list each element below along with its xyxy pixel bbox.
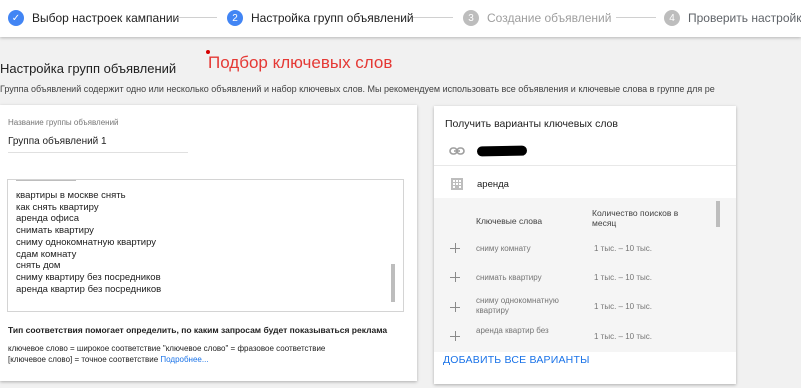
column-header-volume[interactable]: Количество поисков в месяц	[592, 208, 704, 228]
building-icon	[449, 176, 465, 192]
keyword-line: сниму однокомнатную квартиру	[16, 236, 157, 248]
suggestion-volume: 1 тыс. – 10 тыс.	[594, 273, 652, 282]
step-ad-groups[interactable]: 2 Настройка групп объявлений	[227, 8, 414, 28]
campaign-stepper: ✓ Выбор настроек кампании 2 Настройка гр…	[0, 0, 801, 37]
ad-group-name-label: Название группы объявлений	[8, 118, 119, 127]
learn-more-link[interactable]: Подробнее...	[160, 355, 208, 364]
step-create-ads[interactable]: 3 Создание объявлений	[463, 8, 611, 28]
suggestions-table: Ключевые слова Количество поисков в меся…	[434, 198, 736, 352]
keyword-line: снять дом	[16, 260, 61, 272]
suggestion-keyword: аренда квартир без	[476, 326, 549, 335]
add-all-button[interactable]: ДОБАВИТЬ ВСЕ ВАРИАНТЫ	[443, 354, 590, 366]
ad-group-card: Название группы объявлений Группа объявл…	[0, 105, 417, 381]
suggestion-keyword: сниму комнату	[476, 244, 531, 253]
step-label: Создание объявлений	[487, 11, 612, 25]
match-type-line: ключевое слово = широкое соответствие "к…	[8, 344, 326, 353]
keyword-suggestions-card: Получить варианты ключевых слов аренда К…	[434, 106, 736, 384]
keyword-line: сниму квартиру без посредников	[16, 271, 161, 283]
input-underline	[8, 152, 188, 153]
step-label: Настройка групп объявлений	[251, 11, 414, 25]
add-icon[interactable]	[450, 302, 460, 312]
step-number: 3	[463, 10, 479, 26]
keywords-scrollbar[interactable]	[391, 264, 395, 302]
step-review[interactable]: 4 Проверить настройки	[664, 8, 801, 28]
page-title: Настройка групп объявлений	[0, 61, 177, 76]
suggestion-keyword: сниму однокомнатную квартиру	[476, 296, 559, 315]
keyword-line: квартиры в москве снять	[16, 190, 126, 201]
add-icon[interactable]	[450, 331, 460, 341]
suggestion-volume: 1 тыс. – 10 тыс.	[594, 302, 652, 311]
keyword-line: как снять квартиру	[16, 201, 99, 213]
suggestion-volume: 1 тыс. – 10 тыс.	[594, 332, 652, 341]
redacted-url	[476, 145, 528, 157]
step-label: Проверить настройки	[688, 11, 801, 25]
suggestions-title: Получить варианты ключевых слов	[445, 118, 618, 130]
column-header-keywords[interactable]: Ключевые слова	[476, 216, 542, 226]
annotation-title: Подбор ключевых слов	[208, 53, 393, 72]
match-type-title: Тип соответствия помогает определить, по…	[8, 325, 388, 335]
ad-group-name-input[interactable]: Группа объявлений 1	[8, 136, 107, 147]
match-type-line-2: [ключевое слово] = точное соответствие П…	[8, 355, 209, 364]
link-icon	[449, 143, 465, 159]
step-connector	[616, 17, 656, 18]
step-connector	[413, 17, 453, 18]
category-value[interactable]: аренда	[477, 179, 509, 190]
suggestion-keyword: снимать квартиру	[476, 273, 542, 282]
match-type-exact: [ключевое слово] = точное соответствие	[8, 355, 159, 364]
intro-text: Группа объявлений содержит одно или неск…	[0, 84, 715, 94]
divider	[434, 165, 736, 166]
suggestion-volume: 1 тыс. – 10 тыс.	[594, 244, 652, 253]
step-number: 2	[227, 10, 243, 26]
check-icon: ✓	[8, 10, 24, 26]
step-campaign-settings[interactable]: ✓ Выбор настроек кампании	[8, 8, 179, 28]
keywords-textarea[interactable]: квартиры в москве снять как снять кварти…	[7, 179, 404, 312]
step-connector	[177, 17, 217, 18]
step-number: 4	[664, 10, 680, 26]
keyword-line: аренда офиса	[16, 213, 80, 225]
scrolled-keyword-fragment	[16, 180, 86, 182]
keyword-line: аренда квартир без посредников	[16, 283, 162, 295]
add-icon[interactable]	[450, 243, 460, 253]
suggestions-scrollbar[interactable]	[716, 201, 720, 227]
keyword-line: сдам комнату	[16, 248, 77, 260]
step-label: Выбор настроек кампании	[32, 11, 180, 25]
add-icon[interactable]	[450, 272, 460, 282]
keyword-line: снимать квартиру	[16, 225, 94, 237]
keywords-list: квартиры в москве снять как снять кварти…	[16, 190, 161, 295]
